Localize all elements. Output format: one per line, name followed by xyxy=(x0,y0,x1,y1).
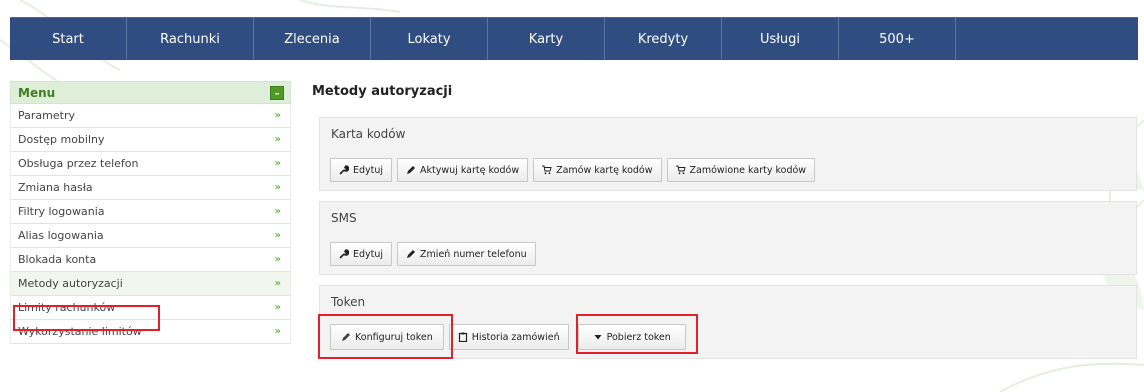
button-label: Zamów kartę kodów xyxy=(556,164,653,176)
menu-item-alias-logowania[interactable]: Alias logowania » xyxy=(10,224,291,248)
nav-tab-rachunki[interactable]: Rachunki xyxy=(127,18,254,60)
chevron-right-icon: » xyxy=(274,206,282,217)
menu-item-limity-rachunkow[interactable]: Limity rachunków » xyxy=(10,296,291,320)
pencil-icon xyxy=(407,250,416,258)
menu-item-label: Obsługa przez telefon xyxy=(18,157,139,170)
configure-token-button[interactable]: Konfiguruj token xyxy=(330,324,444,350)
chevron-right-icon: » xyxy=(274,254,282,265)
chevron-right-icon: » xyxy=(274,134,282,145)
menu-item-filtry-logowania[interactable]: Filtry logowania » xyxy=(10,200,291,224)
chevron-right-icon: » xyxy=(274,182,282,193)
nav-filler xyxy=(956,18,1138,60)
order-history-button[interactable]: Historia zamówień xyxy=(448,324,569,350)
chevron-right-icon: » xyxy=(274,230,282,241)
nav-tab-karty[interactable]: Karty xyxy=(488,18,605,60)
menu-title: Menu xyxy=(18,85,56,100)
nav-tab-uslugi[interactable]: Usługi xyxy=(722,18,839,60)
menu-item-label: Alias logowania xyxy=(18,229,104,242)
button-label: Konfiguruj token xyxy=(355,331,433,343)
button-label: Edytuj xyxy=(353,164,384,176)
menu-item-zmiana-hasla[interactable]: Zmiana hasła » xyxy=(10,176,291,200)
clipboard-icon xyxy=(458,332,467,342)
page-title: Metody autoryzacji xyxy=(312,84,453,99)
menu-item-label: Wykorzystanie limitów xyxy=(18,325,142,338)
cart-icon xyxy=(675,165,686,175)
menu-item-label: Limity rachunków xyxy=(18,301,116,314)
menu-item-wykorzystanie-limitow[interactable]: Wykorzystanie limitów » xyxy=(10,320,291,344)
button-label: Zmień numer telefonu xyxy=(420,248,527,260)
sms-edit-button[interactable]: Edytuj xyxy=(330,242,393,266)
nav-tab-zlecenia[interactable]: Zlecenia xyxy=(254,18,371,60)
collapse-icon[interactable]: - xyxy=(270,85,284,100)
section-token: Token Konfiguruj token Historia zamówień… xyxy=(319,285,1137,359)
menu-header: Menu - xyxy=(10,81,291,104)
chevron-right-icon: » xyxy=(274,110,282,121)
cart-icon xyxy=(542,165,552,175)
ordered-cards-button[interactable]: Zamówione karty kodów xyxy=(666,158,816,182)
menu-item-dostep-mobilny[interactable]: Dostęp mobilny » xyxy=(10,128,291,152)
menu-item-label: Parametry xyxy=(18,109,75,122)
change-phone-button[interactable]: Zmień numer telefonu xyxy=(397,242,536,266)
section-karta-kodow: Karta kodów Edytuj Aktywuj kartę kodów Z… xyxy=(319,117,1137,191)
pencil-icon xyxy=(407,166,416,174)
menu-item-blokada-konta[interactable]: Blokada konta » xyxy=(10,248,291,272)
button-label: Edytuj xyxy=(353,248,384,260)
button-label: Historia zamówień xyxy=(471,331,560,343)
nav-tab-kredyty[interactable]: Kredyty xyxy=(605,18,722,60)
menu-item-parametry[interactable]: Parametry » xyxy=(10,104,291,128)
chevron-right-icon: » xyxy=(274,326,282,337)
menu-item-metody-autoryzacji[interactable]: Metody autoryzacji » xyxy=(10,272,291,296)
button-label: Zamówione karty kodów xyxy=(689,164,807,176)
order-card-button[interactable]: Zamów kartę kodów xyxy=(533,158,662,182)
section-title: Token xyxy=(331,295,366,309)
chevron-right-icon: » xyxy=(274,302,282,313)
menu-item-label: Dostęp mobilny xyxy=(18,133,105,146)
chevron-right-icon: » xyxy=(274,158,282,169)
menu-item-label: Zmiana hasła xyxy=(18,181,93,194)
nav-tab-500plus[interactable]: 500+ xyxy=(839,18,956,60)
pencil-icon xyxy=(342,333,350,341)
section-title: SMS xyxy=(331,211,357,225)
side-menu: Menu - Parametry » Dostęp mobilny » Obsł… xyxy=(10,81,291,344)
menu-item-label: Metody autoryzacji xyxy=(18,277,123,290)
nav-tab-lokaty[interactable]: Lokaty xyxy=(371,18,488,60)
menu-item-label: Filtry logowania xyxy=(18,205,105,218)
nav-tab-start[interactable]: Start xyxy=(10,18,127,60)
caret-down-icon xyxy=(594,335,602,340)
menu-item-obsluga-telefon[interactable]: Obsługa przez telefon » xyxy=(10,152,291,176)
card-edit-button[interactable]: Edytuj xyxy=(330,158,393,182)
wrench-icon xyxy=(339,249,349,259)
button-label: Pobierz token xyxy=(606,331,671,343)
top-navigation: Start Rachunki Zlecenia Lokaty Karty Kre… xyxy=(10,17,1138,60)
wrench-icon xyxy=(339,165,349,175)
button-label: Aktywuj kartę kodów xyxy=(420,164,520,176)
download-token-button[interactable]: Pobierz token xyxy=(577,324,686,350)
chevron-right-icon: » xyxy=(274,278,282,289)
activate-card-button[interactable]: Aktywuj kartę kodów xyxy=(397,158,529,182)
section-sms: SMS Edytuj Zmień numer telefonu xyxy=(319,201,1137,275)
menu-item-label: Blokada konta xyxy=(18,253,97,266)
section-title: Karta kodów xyxy=(331,127,406,141)
